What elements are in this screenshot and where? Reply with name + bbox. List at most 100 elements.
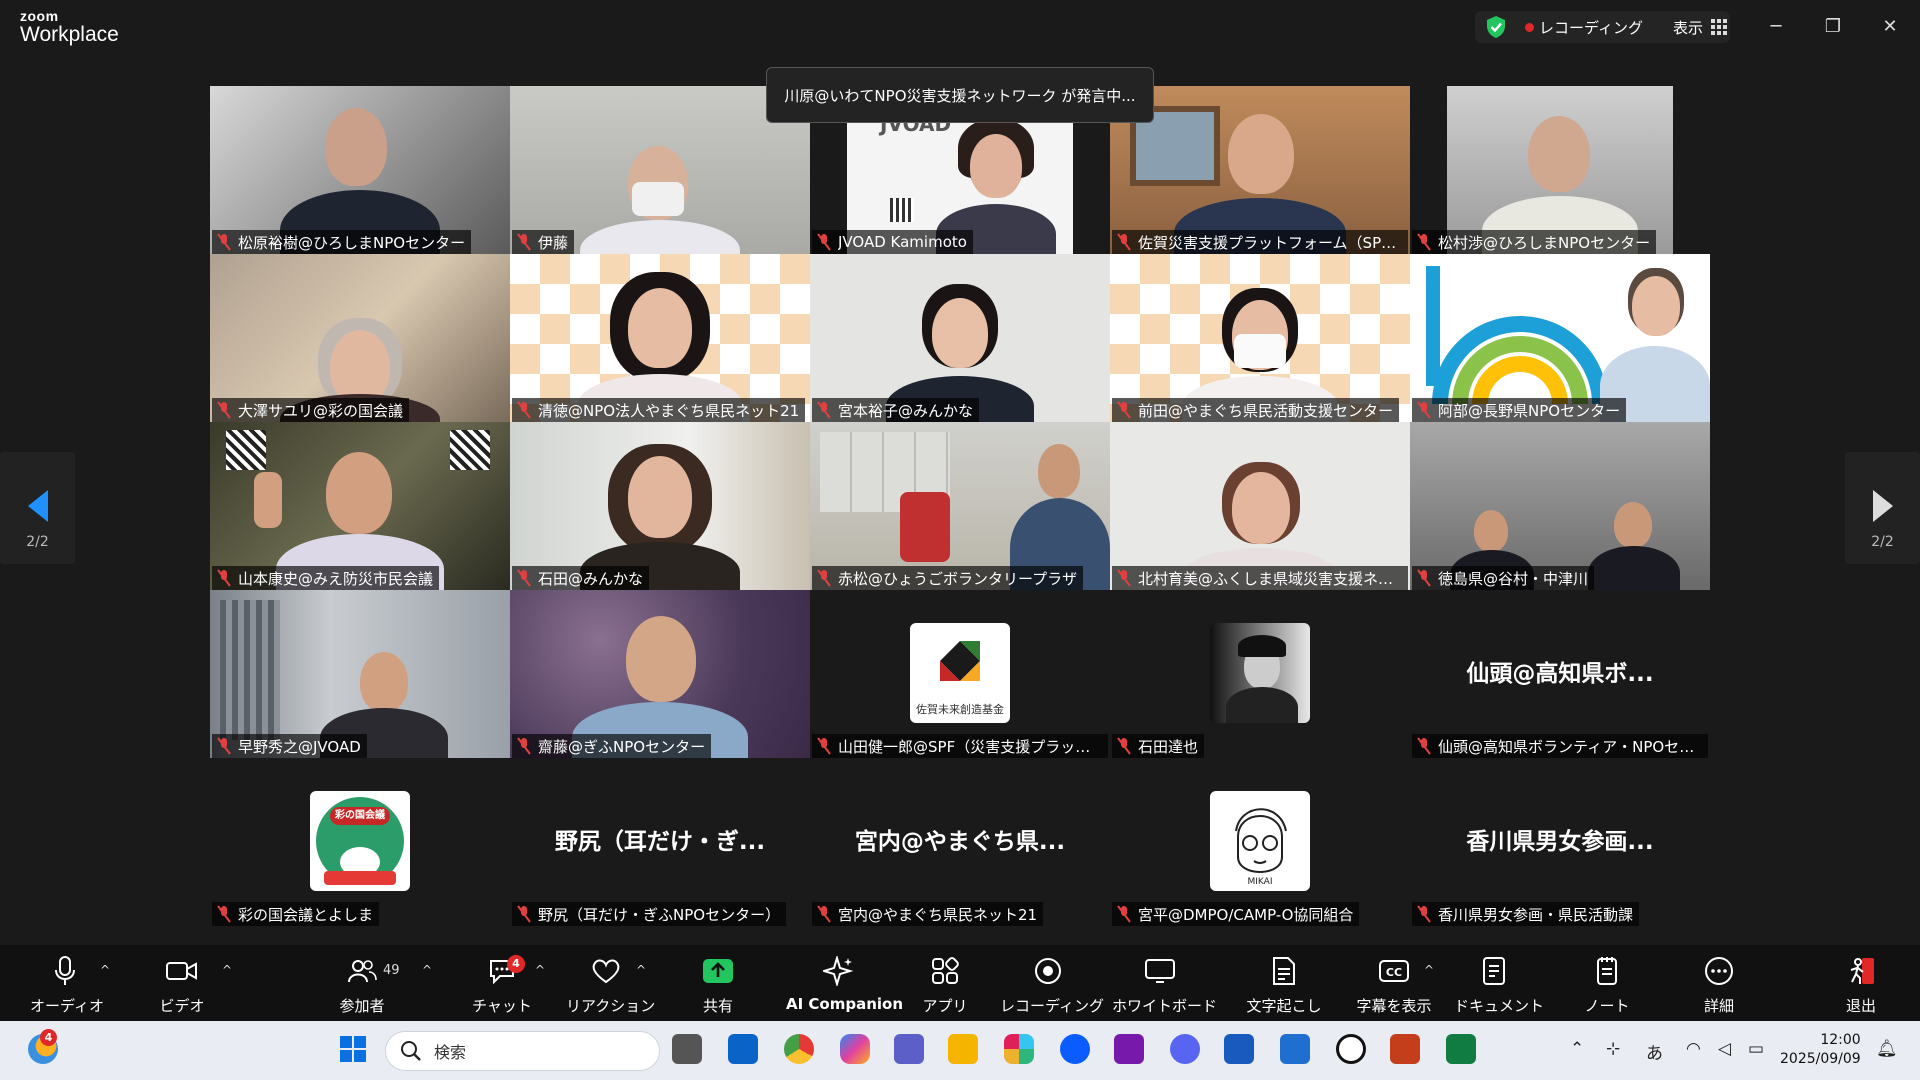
record-button[interactable]: レコーディング xyxy=(1000,955,1104,1016)
reactions-options-caret[interactable]: ^ xyxy=(636,963,646,977)
ai-companion-button[interactable]: AI Companion xyxy=(786,955,904,1013)
participants-label: 参加者 xyxy=(339,997,385,1015)
clock-date: 2025/09/09 xyxy=(1780,1051,1861,1067)
windows-start-icon[interactable] xyxy=(338,1034,368,1064)
notes-icon xyxy=(1597,957,1617,985)
audio-button[interactable]: オーディオ xyxy=(30,955,104,1016)
slack-icon[interactable] xyxy=(1004,1034,1034,1064)
participant-tile[interactable]: 清徳@NPO法人やまぐち県民ネット21 xyxy=(510,254,810,422)
ai-companion-label: AI Companion xyxy=(786,995,904,1013)
participant-tile[interactable]: 仙頭@高知県ボ... 仙頭@高知県ボランティア・NPOセンター xyxy=(1410,590,1710,758)
view-menu-label[interactable]: 表示 xyxy=(1673,17,1703,38)
apps-icon xyxy=(932,957,959,984)
mic-muted-icon xyxy=(817,569,831,587)
reactions-button[interactable]: リアクション xyxy=(566,955,655,1016)
minimize-button[interactable]: ─ xyxy=(1763,14,1789,40)
participant-tile[interactable]: 阿部@長野県NPOセンター xyxy=(1410,254,1710,422)
outlook-icon[interactable] xyxy=(728,1034,758,1064)
participant-display-name: 香川県男女参画... xyxy=(1466,829,1654,855)
ime-hiragana-indicator[interactable]: あ xyxy=(1646,1039,1663,1064)
participant-tile[interactable]: 赤松@ひょうごボランタリープラザ xyxy=(810,422,1110,590)
participant-tile[interactable]: 山本康史@みえ防災市民会議 xyxy=(210,422,510,590)
participant-tile[interactable]: 齋藤@ぎふNPOセンター xyxy=(510,590,810,758)
store-icon[interactable] xyxy=(1280,1034,1310,1064)
chrome-icon[interactable] xyxy=(784,1034,814,1064)
participant-tile[interactable]: 宮内@やまぐち県... 宮内@やまぐち県民ネット21 xyxy=(810,758,1110,926)
leave-door-icon xyxy=(1850,958,1874,984)
participant-tile[interactable]: MIKAI 宮平@DMPO/CAMP-O協同組合 xyxy=(1110,758,1410,926)
captions-label: 字幕を表示 xyxy=(1356,997,1432,1015)
video-button[interactable]: ビデオ xyxy=(150,955,214,1016)
participant-display-name: 宮内@やまぐち県... xyxy=(854,829,1066,855)
video-options-caret[interactable]: ^ xyxy=(222,963,232,977)
chatgpt-icon[interactable] xyxy=(1336,1034,1366,1064)
participant-tile[interactable]: 石田達也 xyxy=(1110,590,1410,758)
participants-options-caret[interactable]: ^ xyxy=(422,963,432,977)
taskbar-search-box[interactable]: 検索 xyxy=(385,1031,660,1071)
ime-mode-icon[interactable]: ⊹ xyxy=(1606,1039,1620,1059)
participant-tile[interactable]: 松村渉@ひろしまNPOセンター xyxy=(1410,86,1710,254)
participant-tile[interactable]: 前田@やまぐち県民活動支援センター xyxy=(1110,254,1410,422)
participant-tile[interactable]: 彩の国会議 彩の国会議とよしま xyxy=(210,758,510,926)
transcribe-button[interactable]: 文字起こし xyxy=(1244,955,1324,1016)
participant-tile[interactable]: 徳島県@谷村・中津川 xyxy=(1410,422,1710,590)
share-button[interactable]: 共有 xyxy=(688,955,748,1016)
word-icon[interactable] xyxy=(1224,1034,1254,1064)
apps-button[interactable]: アプリ xyxy=(920,955,970,1016)
wifi-icon[interactable]: ◠ xyxy=(1686,1039,1701,1059)
excel-icon[interactable] xyxy=(1446,1034,1476,1064)
participant-tile[interactable]: 宮本裕子@みんかな xyxy=(810,254,1110,422)
volume-icon[interactable]: ◁ xyxy=(1718,1039,1731,1059)
audio-label: オーディオ xyxy=(30,997,104,1015)
audio-options-caret[interactable]: ^ xyxy=(100,963,110,977)
docs-button[interactable]: ドキュメント xyxy=(1454,955,1544,1016)
heart-icon xyxy=(592,959,620,984)
chat-options-caret[interactable]: ^ xyxy=(535,963,545,977)
teams-icon[interactable] xyxy=(894,1034,924,1064)
whiteboard-button[interactable]: ホワイトボード xyxy=(1112,955,1217,1016)
battery-icon[interactable]: ▭ xyxy=(1748,1039,1764,1059)
participant-nametag: 石田@みんかな xyxy=(512,566,650,590)
file-explorer-icon[interactable] xyxy=(948,1034,978,1064)
recording-status-pill[interactable]: レコーディング 表示 xyxy=(1475,11,1730,43)
participant-tile[interactable]: 伊藤 xyxy=(510,86,810,254)
leave-meeting-button[interactable]: 退出 xyxy=(1836,955,1886,1016)
task-view-icon[interactable] xyxy=(672,1034,702,1064)
share-screen-icon xyxy=(703,959,733,983)
participant-display-name: 仙頭@高知県ボ... xyxy=(1466,661,1654,687)
system-clock[interactable]: 12:00 2025/09/09 xyxy=(1780,1031,1861,1069)
close-window-button[interactable]: ✕ xyxy=(1877,14,1903,40)
svg-text:CC: CC xyxy=(1386,966,1402,979)
mic-muted-icon xyxy=(817,401,831,419)
onenote-icon[interactable] xyxy=(1114,1034,1144,1064)
chat-unread-badge: 4 xyxy=(507,955,525,973)
participant-tile[interactable]: 佐賀災害支援プラットフォーム（SPF） xyxy=(1110,86,1410,254)
captions-options-caret[interactable]: ^ xyxy=(1424,963,1434,977)
discord-icon[interactable] xyxy=(1170,1034,1200,1064)
participant-tile[interactable]: 野尻（耳だけ・ぎ... 野尻（耳だけ・ぎふNPOセンター） xyxy=(510,758,810,926)
notifications-bell-icon[interactable]: 🔔︎ xyxy=(1876,1039,1898,1059)
participant-tile[interactable]: 石田@みんかな xyxy=(510,422,810,590)
next-page-button[interactable]: 2/2 xyxy=(1845,452,1920,564)
notes-button[interactable]: ノート xyxy=(1580,955,1634,1016)
participant-tile[interactable]: 北村育美@ふくしま県域災害支援ネット... xyxy=(1110,422,1410,590)
restore-button[interactable]: ❐ xyxy=(1820,14,1846,40)
participant-tile[interactable]: 早野秀之@JVOAD xyxy=(210,590,510,758)
powerpoint-icon[interactable] xyxy=(1390,1034,1420,1064)
copilot-icon[interactable] xyxy=(840,1034,870,1064)
participant-tile[interactable]: 佐賀未来創造基金 山田健一郎@SPF（災害支援プラットフ... xyxy=(810,590,1110,758)
mic-muted-icon xyxy=(1117,401,1131,419)
participant-nametag: 山田健一郎@SPF（災害支援プラットフ... xyxy=(812,734,1108,758)
zoom-taskbar-icon[interactable] xyxy=(1060,1034,1090,1064)
document-icon xyxy=(1483,957,1505,985)
more-button[interactable]: 詳細 xyxy=(1694,955,1744,1016)
gallery-grid-icon[interactable] xyxy=(1710,19,1727,35)
participants-count: 49 xyxy=(383,963,400,978)
participant-tile[interactable]: 大澤サユリ@彩の国会議 xyxy=(210,254,510,422)
participant-tile[interactable]: 香川県男女参画... 香川県男女参画・県民活動課 xyxy=(1410,758,1710,926)
participant-tile[interactable]: 松原裕樹@ひろしまNPOセンター xyxy=(210,86,510,254)
participant-nametag: 彩の国会議とよしま xyxy=(212,902,380,926)
previous-page-button[interactable]: 2/2 xyxy=(0,452,75,564)
tray-overflow-chevron-icon[interactable]: ⌃ xyxy=(1570,1039,1584,1059)
apps-label: アプリ xyxy=(922,997,968,1015)
